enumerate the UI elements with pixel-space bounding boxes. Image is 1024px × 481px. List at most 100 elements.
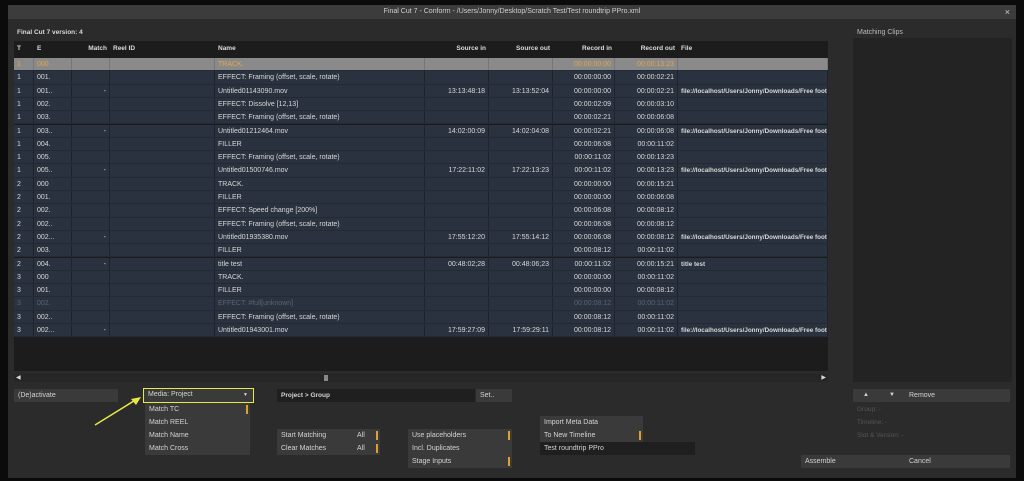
cell-record-in: 00:00:08:12 <box>553 297 615 310</box>
cell-reel-id <box>110 244 215 257</box>
cell-t: 2 <box>14 257 34 270</box>
use-placeholders-toggle[interactable]: Use placeholders <box>408 429 512 442</box>
column-header-record-in[interactable]: Record in <box>582 45 612 52</box>
cell-file <box>678 310 828 323</box>
column-header-reel-id[interactable]: Reel ID <box>113 45 135 52</box>
table-row[interactable]: 1 001.. - Untitled01143090.mov 13:13:48:18 13… <box>14 84 828 98</box>
cell-source-in <box>425 310 489 323</box>
cell-t: 2 <box>14 191 34 204</box>
incl-duplicates-toggle[interactable]: Incl. Duplicates <box>408 442 512 455</box>
cell-reel-id <box>110 111 215 124</box>
move-up-button[interactable]: ▲ <box>853 389 879 402</box>
cell-source-out <box>489 191 553 204</box>
column-header-match[interactable]: Match <box>88 45 107 52</box>
cell-reel-id <box>110 164 215 177</box>
table-row[interactable]: 1 003. EFFECT: Framing (offset, scale, rot… <box>14 111 828 125</box>
match-tc-button[interactable]: Match TC <box>145 403 250 416</box>
horizontal-scrollbar[interactable]: ◀ ▶ <box>14 374 828 382</box>
cell-match: - <box>72 124 110 137</box>
set-button[interactable]: Set.. <box>476 389 512 402</box>
table-row[interactable]: 2 002. EFFECT: Speed change [200%] 00:00:06… <box>14 204 828 218</box>
group-info: Group: - <box>857 406 881 413</box>
table-row[interactable]: 3 002.. EFFECT: Framing (offset, scale, ro… <box>14 310 828 324</box>
media-select[interactable]: Media: Project ▼ <box>143 388 254 403</box>
scroll-thumb[interactable] <box>324 375 328 381</box>
cell-reel-id <box>110 151 215 164</box>
table-row[interactable]: 1 002. EFFECT: Dissolve [12,13] 00:00:02:09… <box>14 97 828 112</box>
cell-source-out <box>489 111 553 124</box>
cell-name: EFFECT: Speed change [200%] <box>215 204 425 217</box>
cell-reel-id <box>110 204 215 217</box>
table-row[interactable]: 3 001. FILLER 00:00:00:00 00:00:08:12 <box>14 284 828 298</box>
group-field[interactable]: Project > Group <box>277 389 475 402</box>
column-header-record-out[interactable]: Record out <box>641 45 675 52</box>
assemble-button[interactable]: Assemble <box>801 455 905 468</box>
cell-record-out: 00:00:11:02 <box>615 137 678 151</box>
cell-source-in <box>425 217 489 230</box>
match-cross-button[interactable]: Match Cross <box>145 442 250 455</box>
cell-source-out <box>489 97 553 111</box>
table-row[interactable]: 3 000 TRACK. 00:00:00:00 00:00:11:02 <box>14 270 828 285</box>
cell-e: 003.. <box>34 124 72 137</box>
matching-clips-list[interactable] <box>853 38 1012 382</box>
match-name-button[interactable]: Match Name <box>145 429 250 442</box>
move-down-button[interactable]: ▼ <box>879 389 905 402</box>
column-header-e[interactable]: E <box>37 45 41 52</box>
cancel-button[interactable]: Cancel <box>905 455 1010 468</box>
column-header-file[interactable]: File <box>681 45 692 52</box>
import-meta-data-button[interactable]: Import Meta Data <box>540 416 643 429</box>
table-row[interactable]: 2 002... - Untitled01935380.mov 17:55:12:20 1… <box>14 230 828 245</box>
cell-file <box>678 270 828 284</box>
cell-match <box>72 71 110 84</box>
cell-e: 000 <box>34 270 72 284</box>
cell-record-in: 00:00:06:08 <box>553 204 615 217</box>
table-row[interactable]: 1 005. EFFECT: Framing (offset, scale, rot… <box>14 151 828 165</box>
column-header-t[interactable]: T <box>17 45 21 52</box>
table-row[interactable]: 1 003.. - Untitled01212464.mov 14:02:00:09 14… <box>14 124 828 138</box>
cell-name: Untitled01943001.mov <box>215 324 425 337</box>
cell-name: EFFECT: Framing (offset, scale, rotate) <box>215 217 425 230</box>
cell-match: - <box>72 164 110 177</box>
clear-matches-button[interactable]: Clear Matches All <box>277 442 380 455</box>
to-new-timeline-toggle[interactable]: To New Timeline <box>540 429 643 442</box>
cell-match <box>72 97 110 111</box>
cell-source-out: 13:13:52:04 <box>489 84 553 97</box>
table-row[interactable]: 3 002... - Untitled01943001.mov 17:59:27:09 1… <box>14 324 828 338</box>
table-row[interactable]: 1 004. FILLER 00:00:06:08 00:00:11:02 <box>14 137 828 152</box>
cell-t: 3 <box>14 297 34 310</box>
cell-match <box>72 204 110 217</box>
table-row[interactable]: 2 003. FILLER 00:00:08:12 00:00:11:02 <box>14 244 828 258</box>
table-row[interactable]: 1 000 TRACK. 00:00:00:00 00:00:13:23 <box>14 58 828 72</box>
timeline-name-field[interactable]: Test roundtrip PPro <box>540 442 695 455</box>
cell-record-out: 00:00:13:23 <box>615 151 678 164</box>
remove-button[interactable]: Remove <box>905 389 1010 402</box>
column-header-source-in[interactable]: Source in <box>456 45 486 52</box>
table-row[interactable]: 2 000 TRACK. 00:00:00:00 00:00:15:21 <box>14 177 828 191</box>
cell-e: 001. <box>34 191 72 204</box>
table-row[interactable]: 1 005.. - Untitled01500746.mov 17:22:11:02 17… <box>14 164 828 178</box>
cell-name: Untitled01500746.mov <box>215 164 425 177</box>
table-row[interactable]: 2 001. FILLER 00:00:00:00 00:00:06:08 <box>14 191 828 205</box>
stage-inputs-toggle[interactable]: Stage Inputs <box>408 455 512 468</box>
version-label: Final Cut 7 version: 4 <box>17 29 83 36</box>
table-row[interactable]: 3 002. EFFECT: #full[unknown] 00:00:08:12 00… <box>14 297 828 311</box>
cell-reel-id <box>110 177 215 190</box>
column-header-name[interactable]: Name <box>218 45 236 52</box>
start-matching-label: Start Matching <box>281 432 327 439</box>
cell-t: 1 <box>14 164 34 177</box>
table-row[interactable]: 2 004. - title test 00:48:02;28 00:48:06;23 00… <box>14 257 828 271</box>
table-row[interactable]: 2 002.. EFFECT: Framing (offset, scale, ro… <box>14 217 828 231</box>
start-matching-button[interactable]: Start Matching All <box>277 429 380 442</box>
scroll-right-icon[interactable]: ▶ <box>821 374 826 381</box>
scroll-left-icon[interactable]: ◀ <box>16 374 21 381</box>
column-header-source-out[interactable]: Source out <box>516 45 550 52</box>
cell-t: 1 <box>14 124 34 137</box>
cell-source-in: 00:48:02;28 <box>425 257 489 270</box>
cell-t: 2 <box>14 244 34 257</box>
toggle-indicator <box>508 431 510 440</box>
match-reel-button[interactable]: Match REEL <box>145 416 250 429</box>
cell-name: EFFECT: Framing (offset, scale, rotate) <box>215 71 425 84</box>
table-row[interactable]: 1 001. EFFECT: Framing (offset, scale, rot… <box>14 71 828 85</box>
close-icon[interactable]: × <box>1005 5 1010 19</box>
cell-record-out: 00:00:06:08 <box>615 111 678 124</box>
